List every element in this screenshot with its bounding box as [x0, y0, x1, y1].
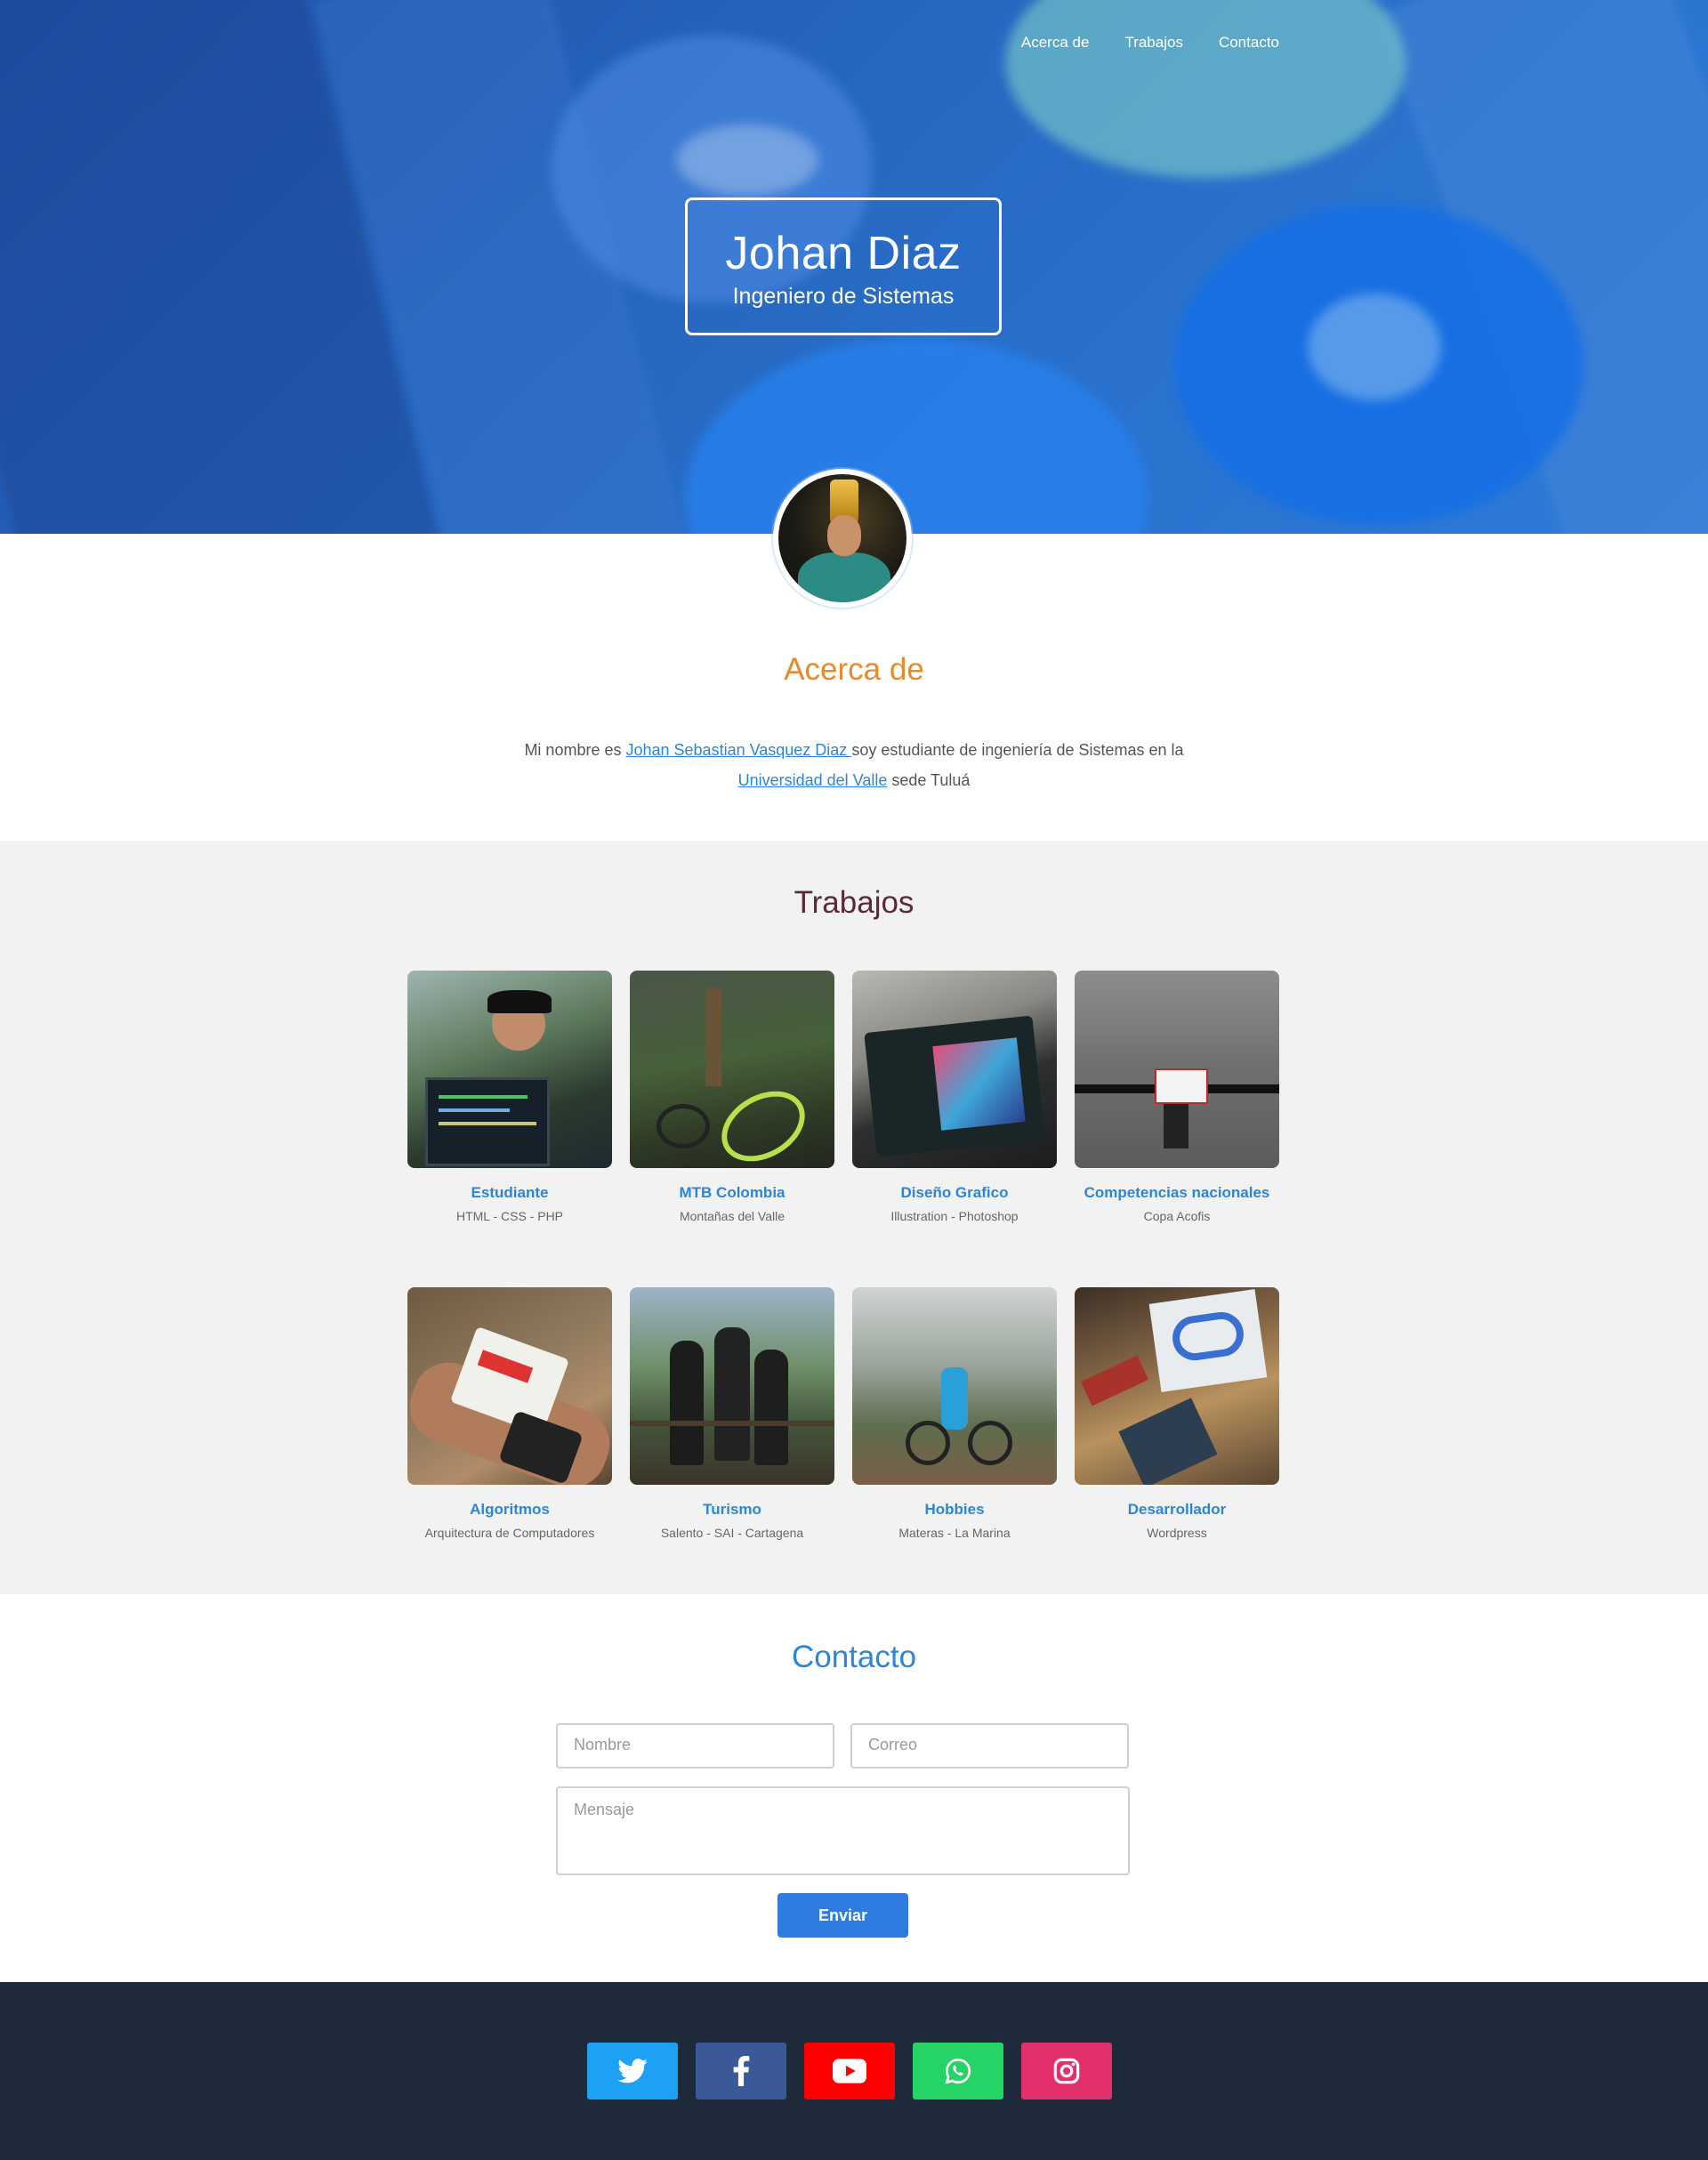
work-card-hobbies[interactable]: Hobbies Materas - La Marina	[852, 1287, 1057, 1604]
nav-link-about[interactable]: Acerca de	[1021, 34, 1090, 52]
work-image[interactable]	[407, 1287, 612, 1485]
work-title[interactable]: Competencias nacionales	[1075, 1184, 1279, 1202]
main-nav: Acerca de Trabajos Contacto	[1021, 34, 1279, 52]
footer	[0, 1982, 1708, 2160]
email-input[interactable]: Correo	[850, 1723, 1129, 1769]
about-university-link[interactable]: Universidad del Valle	[738, 771, 888, 789]
work-image[interactable]	[852, 1287, 1057, 1485]
works-title: Trabajos	[794, 885, 914, 920]
hero-background-blob	[685, 338, 1148, 534]
works-grid: Estudiante HTML - CSS - PHP MTB Colombia…	[407, 971, 1279, 1604]
work-card-student[interactable]: Estudiante HTML - CSS - PHP	[407, 971, 612, 1287]
work-card-tourism[interactable]: Turismo Salento - SAI - Cartagena	[630, 1287, 834, 1604]
work-image[interactable]	[1075, 971, 1279, 1168]
facebook-button[interactable]	[696, 2043, 786, 2100]
work-title[interactable]: MTB Colombia	[630, 1184, 834, 1202]
hero-background-blob	[1005, 0, 1406, 178]
contact-title: Contacto	[791, 1640, 917, 1674]
hero-header: Acerca de Trabajos Contacto Johan Diaz I…	[0, 0, 1708, 534]
youtube-icon	[833, 2059, 866, 2083]
nav-link-contact[interactable]: Contacto	[1219, 34, 1279, 52]
about-title: Acerca de	[784, 652, 924, 687]
youtube-button[interactable]	[804, 2043, 895, 2100]
work-card-competitions[interactable]: Competencias nacionales Copa Acofis	[1075, 971, 1279, 1287]
work-subtitle: Salento - SAI - Cartagena	[660, 1526, 804, 1540]
work-title[interactable]: Algoritmos	[407, 1501, 612, 1519]
work-card-design[interactable]: Diseño Grafico Illustration - Photoshop	[852, 971, 1057, 1287]
nav-link-works[interactable]: Trabajos	[1124, 34, 1183, 52]
avatar-photo	[778, 474, 906, 602]
work-card-mtb[interactable]: MTB Colombia Montañas del Valle	[630, 971, 834, 1287]
twitter-icon	[617, 2059, 648, 2083]
work-subtitle: Montañas del Valle	[679, 1209, 786, 1223]
instagram-icon	[1053, 2058, 1080, 2084]
work-image[interactable]	[1075, 1287, 1279, 1485]
social-links	[587, 2043, 1112, 2100]
work-subtitle: Wordpress	[1147, 1526, 1207, 1540]
facebook-icon	[733, 2056, 750, 2086]
hero-title-box: Johan Diaz Ingeniero de Sistemas	[685, 197, 1002, 335]
hero-role: Ingeniero de Sistemas	[732, 284, 955, 309]
work-subtitle: Illustration - Photoshop	[890, 1209, 1019, 1223]
about-text-part: soy estudiante de ingeniería de Sistemas…	[851, 741, 1184, 759]
whatsapp-icon	[945, 2058, 971, 2084]
twitter-button[interactable]	[587, 2043, 678, 2100]
instagram-button[interactable]	[1021, 2043, 1112, 2100]
work-subtitle: Materas - La Marina	[898, 1526, 1011, 1540]
avatar	[773, 469, 912, 608]
about-text-part: Mi nombre es	[524, 741, 626, 759]
work-subtitle: Arquitectura de Computadores	[424, 1526, 595, 1540]
about-text-part: sede Tuluá	[887, 771, 971, 789]
about-name-link[interactable]: Johan Sebastian Vasquez Diaz	[625, 741, 851, 759]
hero-name: Johan Diaz	[725, 228, 962, 279]
work-subtitle: Copa Acofis	[1143, 1209, 1211, 1223]
work-subtitle: HTML - CSS - PHP	[455, 1209, 564, 1223]
work-title[interactable]: Hobbies	[852, 1501, 1057, 1519]
send-button[interactable]: Enviar	[777, 1893, 908, 1938]
work-title[interactable]: Turismo	[630, 1501, 834, 1519]
work-image[interactable]	[630, 971, 834, 1168]
hero-background-blob	[676, 125, 818, 196]
name-input[interactable]: Nombre	[556, 1723, 834, 1769]
work-image[interactable]	[630, 1287, 834, 1485]
hero-background-blob	[1308, 294, 1441, 400]
work-card-developer[interactable]: Desarrollador Wordpress	[1075, 1287, 1279, 1604]
work-image[interactable]	[852, 971, 1057, 1168]
work-image[interactable]	[407, 971, 612, 1168]
work-title[interactable]: Desarrollador	[1075, 1501, 1279, 1519]
work-title[interactable]: Estudiante	[407, 1184, 612, 1202]
works-section: Trabajos Estudiante HTML - CSS - PHP MTB…	[0, 841, 1708, 1594]
message-textarea[interactable]: Mensaje	[556, 1786, 1130, 1875]
about-text: Mi nombre es Johan Sebastian Vasquez Dia…	[480, 735, 1228, 795]
whatsapp-button[interactable]	[913, 2043, 1003, 2100]
work-card-algorithms[interactable]: Algoritmos Arquitectura de Computadores	[407, 1287, 612, 1604]
work-title[interactable]: Diseño Grafico	[852, 1184, 1057, 1202]
